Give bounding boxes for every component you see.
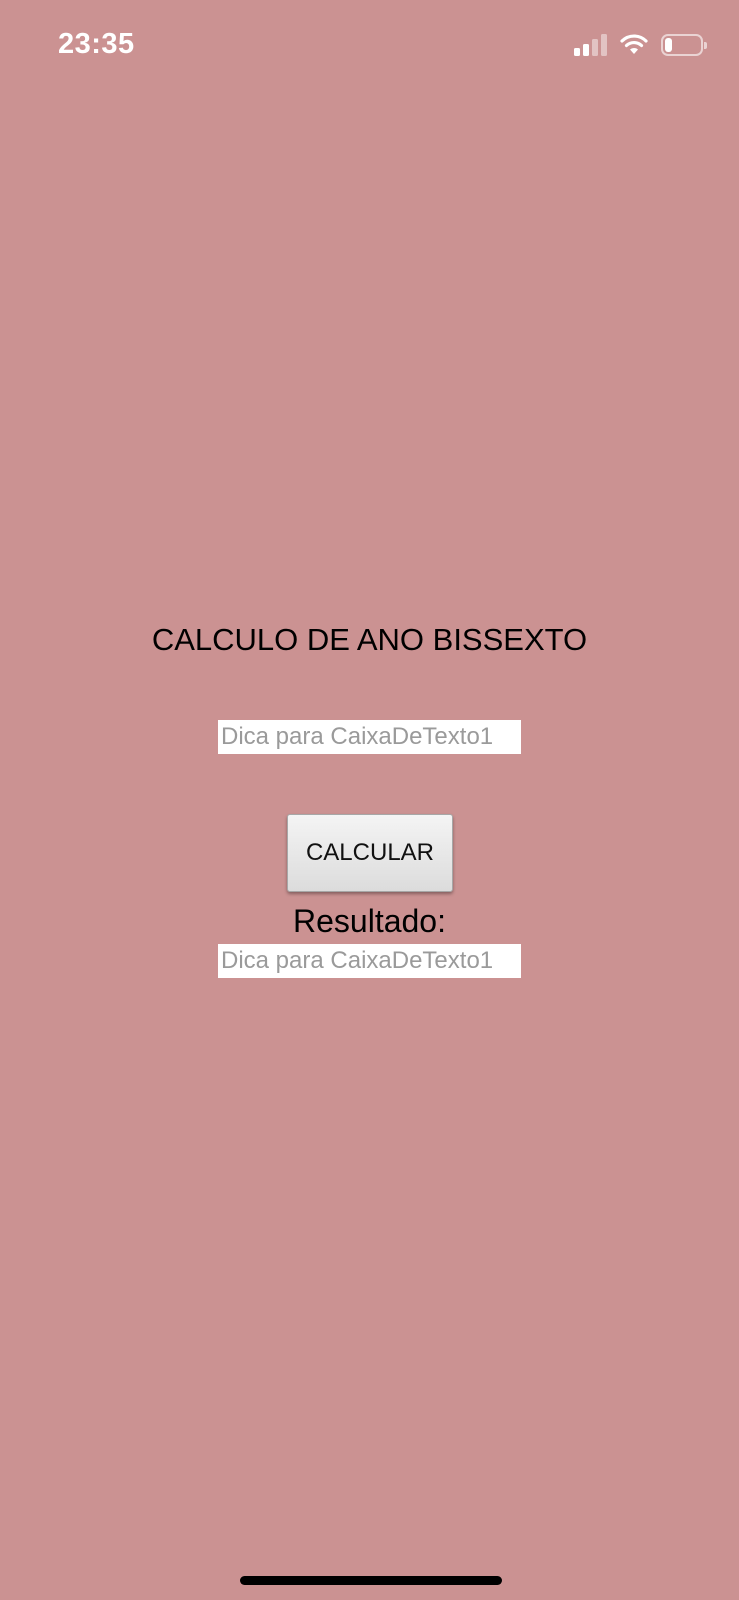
app-screen: 23:35 CALCULO DE ANO BISSEXTO CALCULAR R… xyxy=(0,0,739,1600)
status-time: 23:35 xyxy=(58,28,135,60)
cellular-signal-icon xyxy=(574,34,607,56)
result-label: Resultado: xyxy=(293,903,446,939)
battery-icon xyxy=(661,34,707,56)
home-indicator xyxy=(240,1576,502,1585)
result-input[interactable] xyxy=(218,944,521,978)
status-icons xyxy=(574,34,707,56)
calculate-button[interactable]: CALCULAR xyxy=(287,814,453,892)
battery-level-fill xyxy=(665,38,672,52)
year-input[interactable] xyxy=(218,720,521,754)
page-title: CALCULO DE ANO BISSEXTO xyxy=(151,622,588,657)
wifi-icon xyxy=(620,34,648,54)
